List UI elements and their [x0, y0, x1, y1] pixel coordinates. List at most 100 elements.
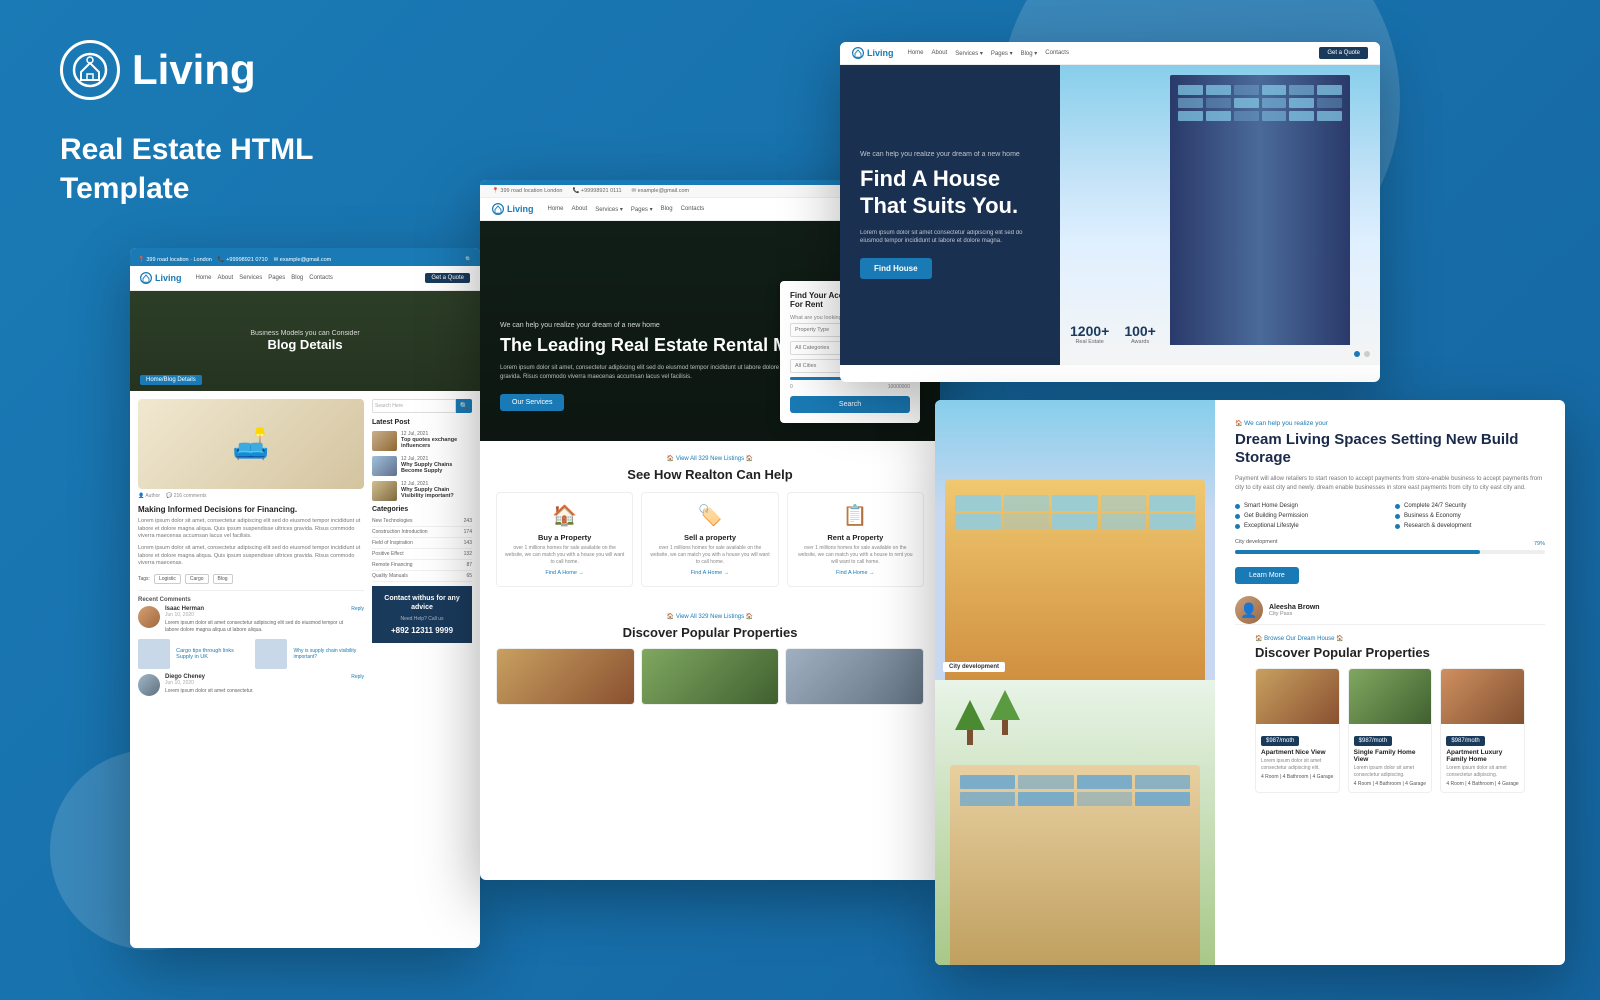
- progress-label: City development: [1235, 539, 1278, 545]
- feat-3: Get Building Permission: [1235, 513, 1385, 519]
- cat-1[interactable]: New Technologies243: [372, 516, 472, 527]
- dream-right-content: 🏠 We can help you realize your Dream Liv…: [1215, 400, 1565, 965]
- reply-btn-1[interactable]: Reply: [351, 606, 364, 612]
- tag-cargo[interactable]: Cargo: [185, 574, 209, 584]
- breadcrumb[interactable]: Home/Blog Details: [140, 375, 202, 385]
- discover-heading: Discover Popular Properties: [496, 625, 924, 640]
- cat-6[interactable]: Quality Manuals65: [372, 571, 472, 582]
- building-background: 1200+ Real Estate 100+ Awards: [1060, 65, 1380, 365]
- latest-post-title: Latest Post: [372, 419, 472, 426]
- dream-prop-amenities-1: 4 Room | 4 Bathroom | 4 Garage: [1261, 774, 1334, 780]
- service-sell: 🏷️ Sell a property over 1 millions homes…: [641, 492, 778, 587]
- findhouse-hero-sub: We can help you realize your dream of a …: [860, 151, 1040, 158]
- dream-prop-1[interactable]: $987/moth Apartment Nice View Lorem ipsu…: [1255, 668, 1340, 793]
- post-title-3[interactable]: Why Supply Chain Visibility important?: [401, 487, 472, 499]
- findhouse-nav: Living Home About Services ▾ Pages ▾ Blo…: [840, 42, 1380, 65]
- dream-discover-section: 🏠 Browse Our Dream House 🏠 Discover Popu…: [1235, 624, 1545, 803]
- tags-row: Tags: Logistic Cargo Blog: [138, 574, 364, 584]
- service-rent-desc: over 1 millions homes for sale available…: [796, 545, 915, 566]
- service-buy-desc: over 1 millions homes for sale available…: [505, 545, 624, 566]
- brand-logo-icon: [60, 40, 120, 100]
- blog-hero: Business Models you can Consider Blog De…: [130, 291, 480, 391]
- brand-header: Living: [60, 40, 256, 100]
- dream-prop-2[interactable]: $987/moth Single Family Home View Lorem …: [1348, 668, 1433, 793]
- search-submit-button[interactable]: Search: [790, 396, 910, 413]
- service-sell-desc: over 1 millions homes for sale available…: [650, 545, 769, 566]
- dream-prop-name-3: Apartment Luxury Family Home: [1446, 749, 1519, 763]
- findhouse-logo: Living: [852, 47, 894, 59]
- findhouse-card: Living Home About Services ▾ Pages ▾ Blo…: [840, 42, 1380, 382]
- service-rent-link[interactable]: Find A Home →: [796, 570, 915, 576]
- search-input[interactable]: Search Here: [372, 399, 456, 413]
- findhouse-quote-button[interactable]: Get a Quote: [1319, 47, 1368, 59]
- post-img-3: [372, 481, 397, 501]
- view-all-listings-2[interactable]: 🏠 View All 329 New Listings 🏠: [496, 613, 924, 620]
- range-values: 0 10000000: [790, 384, 910, 390]
- service-buy-link[interactable]: Find A Home →: [505, 570, 624, 576]
- tree-2: [990, 690, 1020, 740]
- dream-prop-price-1: $987/moth: [1261, 736, 1299, 746]
- prop-card-1[interactable]: [496, 648, 635, 705]
- article-text: Lorem ipsum dolor sit amet, consectetur …: [138, 518, 364, 541]
- service-buy: 🏠 Buy a Property over 1 millions homes f…: [496, 492, 633, 587]
- findhouse-hero-left: We can help you realize your dream of a …: [840, 65, 1060, 365]
- rental-services-section: 🏠 View All 329 New Listings 🏠 See How Re…: [480, 441, 940, 613]
- dream-prop-img-2: [1349, 669, 1432, 724]
- stat-num-1: 1200+: [1070, 323, 1109, 339]
- dream-prop-3[interactable]: $987/moth Apartment Luxury Family Home L…: [1440, 668, 1525, 793]
- person-title: City Pass: [1269, 611, 1320, 617]
- dream-tree-area: [935, 680, 1215, 965]
- cat-5[interactable]: Remote Financing87: [372, 560, 472, 571]
- tag-blog[interactable]: Blog: [213, 574, 233, 584]
- contact-phone[interactable]: +892 12311 9999: [380, 626, 464, 635]
- features-grid: Smart Home Design Complete 24/7 Security…: [1235, 503, 1545, 529]
- post-item-1: 12 Jul, 2021 Top quotes exchange influen…: [372, 431, 472, 451]
- stat-label-2: Awards: [1124, 339, 1156, 345]
- cat-3[interactable]: Field of Inspiration143: [372, 538, 472, 549]
- blog-nav-links: Home About Services Pages Blog Contacts: [196, 275, 333, 281]
- cat-4[interactable]: Positive Effect132: [372, 549, 472, 560]
- buy-icon: 🏠: [505, 503, 624, 528]
- related-img-1: [138, 639, 170, 669]
- service-rent-title: Rent a Property: [796, 533, 915, 542]
- prop-img-2: [642, 649, 779, 704]
- dream-prop-desc-2: Lorem ipsum dolor sit amet consectetur a…: [1354, 765, 1427, 778]
- prop-card-3[interactable]: [785, 648, 924, 705]
- post-img-2: [372, 456, 397, 476]
- blog-quote-button[interactable]: Get a Quote: [425, 273, 470, 283]
- blog-main: 🛋️ 👤 Author 💬 216 comments Making Inform…: [138, 399, 364, 702]
- cat-2[interactable]: Construction Introduction174: [372, 527, 472, 538]
- feat-5: Exceptional Lifestyle: [1235, 523, 1385, 529]
- post-item-3: 12 Jul, 2021 Why Supply Chain Visibility…: [372, 481, 472, 501]
- comment-text-1: Lorem ipsum dolor sit amet consectetur a…: [165, 620, 346, 633]
- view-all-listings-1[interactable]: 🏠 View All 329 New Listings 🏠: [496, 455, 924, 462]
- dot-active[interactable]: [1354, 351, 1360, 357]
- reply-btn-2[interactable]: Reply: [351, 674, 364, 680]
- dream-card: City development: [935, 400, 1565, 965]
- dream-disc-sub: 🏠 Browse Our Dream House 🏠: [1255, 635, 1525, 642]
- blog-hero-sub: Business Models you can Consider: [250, 330, 359, 337]
- service-rent: 📋 Rent a Property over 1 millions homes …: [787, 492, 924, 587]
- tag-logistics[interactable]: Logistic: [154, 574, 181, 584]
- service-sell-link[interactable]: Find A Home →: [650, 570, 769, 576]
- prop-card-2[interactable]: [641, 648, 780, 705]
- learn-more-button[interactable]: Learn More: [1235, 567, 1299, 584]
- post-title-1[interactable]: Top quotes exchange influencers: [401, 437, 472, 449]
- garden-building: [950, 765, 1200, 965]
- rental-services-button[interactable]: Our Services: [500, 394, 564, 411]
- service-sell-title: Sell a property: [650, 533, 769, 542]
- dream-prop-desc-1: Lorem ipsum dolor sit amet consectetur a…: [1261, 758, 1334, 771]
- dream-prop-info-2: $987/moth Single Family Home View Lorem …: [1349, 724, 1432, 792]
- comment-text-2: Lorem ipsum dolor sit amet consectetur.: [165, 688, 254, 695]
- properties-grid: [496, 648, 924, 705]
- blog-sidebar: Search Here 🔍 Latest Post 12 Jul, 2021 T…: [372, 399, 472, 702]
- stat-label-1: Real Estate: [1070, 339, 1109, 345]
- person-avatar: 👤: [1235, 596, 1263, 624]
- search-button[interactable]: 🔍: [456, 399, 472, 413]
- feat-1: Smart Home Design: [1235, 503, 1385, 509]
- post-title-2[interactable]: Why Supply Chains Become Supply: [401, 462, 472, 474]
- post-img-1: [372, 431, 397, 451]
- findhouse-cta-button[interactable]: Find House: [860, 258, 932, 279]
- dot-inactive[interactable]: [1364, 351, 1370, 357]
- related-links: Cargo tips through links Supply in UK Wh…: [138, 639, 364, 669]
